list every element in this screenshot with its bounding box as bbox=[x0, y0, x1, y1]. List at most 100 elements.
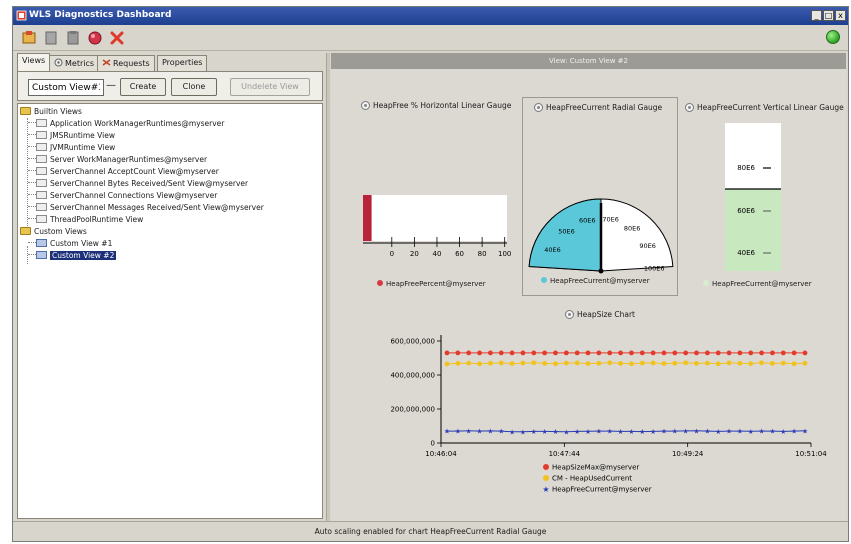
legend-marker: ★ bbox=[542, 485, 549, 494]
folder-icon bbox=[20, 227, 31, 235]
series-point bbox=[444, 361, 450, 367]
rgauge-hub bbox=[598, 268, 604, 274]
series-point: ★ bbox=[487, 427, 493, 435]
tree-item-label: Custom View #2 bbox=[50, 251, 117, 260]
series-point bbox=[802, 360, 808, 366]
metrics-icon bbox=[54, 58, 63, 67]
tree-item-selected[interactable]: Custom View #2 bbox=[28, 250, 117, 262]
series-point bbox=[791, 361, 797, 367]
tree-item[interactable]: JVMRuntime View bbox=[28, 142, 115, 154]
tree-item[interactable]: Custom View #1 bbox=[28, 238, 112, 250]
tree-item[interactable]: ServerChannel Bytes Received/Sent View@m… bbox=[28, 178, 248, 190]
series-point bbox=[553, 350, 558, 356]
tree-item[interactable]: ServerChannel AcceptCount View@myserver bbox=[28, 166, 219, 178]
record-icon[interactable] bbox=[87, 30, 103, 46]
legend-marker bbox=[543, 475, 549, 481]
window-title: WLS Diagnostics Dashboard bbox=[29, 10, 172, 20]
rgauge-tick-label: 100E6 bbox=[644, 265, 665, 273]
view-icon bbox=[36, 251, 47, 259]
series-point bbox=[477, 350, 482, 356]
requests-icon bbox=[102, 58, 111, 67]
series-point: ★ bbox=[596, 428, 602, 436]
gear-icon[interactable] bbox=[361, 101, 370, 110]
series-point bbox=[748, 361, 754, 367]
series-point bbox=[661, 361, 667, 367]
tree-item[interactable]: ServerChannel Messages Received/Sent Vie… bbox=[28, 202, 264, 214]
series-point bbox=[629, 361, 634, 367]
tree-item[interactable]: JMSRuntime View bbox=[28, 130, 115, 142]
view-icon bbox=[36, 155, 47, 163]
series-point bbox=[466, 350, 472, 356]
left-tabs: Views Metrics Requests Properties bbox=[17, 53, 323, 71]
series-point bbox=[498, 350, 504, 356]
gear-icon[interactable] bbox=[534, 103, 543, 112]
maximize-button[interactable]: □ bbox=[823, 10, 834, 21]
tree-folder-builtin[interactable]: Builtin Views bbox=[20, 106, 82, 118]
rgauge-title: HeapFreeCurrent Radial Gauge bbox=[534, 103, 662, 112]
chart-title-text: HeapSize Chart bbox=[577, 310, 636, 319]
tree-item[interactable]: Application WorkManagerRuntimes@myserver bbox=[28, 118, 224, 130]
hgauge-track bbox=[363, 195, 507, 241]
series-point: ★ bbox=[509, 428, 515, 436]
series-point bbox=[672, 350, 678, 356]
series-point: ★ bbox=[791, 428, 797, 436]
series-point bbox=[672, 360, 678, 366]
view-controls: — Create Clone Undelete View bbox=[17, 71, 323, 101]
view-name-input[interactable] bbox=[28, 79, 104, 96]
tree-item[interactable]: ServerChannel Connections View@myserver bbox=[28, 190, 217, 202]
tree-item[interactable]: ThreadPoolRuntime View bbox=[28, 214, 143, 226]
series-point bbox=[639, 350, 645, 356]
view-icon bbox=[36, 143, 47, 151]
x-tick-label: 10:51:04 bbox=[795, 450, 827, 458]
series-point bbox=[726, 360, 732, 366]
undelete-view-button[interactable]: Undelete View bbox=[230, 78, 310, 96]
series-point: ★ bbox=[748, 428, 754, 436]
document-icon[interactable] bbox=[43, 30, 59, 46]
rgauge-legend: HeapFreeCurrent@myserver bbox=[541, 277, 650, 285]
tab-properties[interactable]: Properties bbox=[157, 55, 208, 71]
series-point bbox=[737, 360, 743, 366]
create-button[interactable]: Create bbox=[120, 78, 166, 96]
series-point bbox=[607, 360, 613, 366]
series-point: ★ bbox=[552, 428, 558, 436]
clipboard-icon[interactable] bbox=[65, 30, 81, 46]
tree-folder-custom[interactable]: Custom Views bbox=[20, 226, 87, 238]
legend-label: HeapFreeCurrent@myserver bbox=[552, 486, 652, 494]
left-panel: Views Metrics Requests Properties — Crea… bbox=[15, 53, 325, 521]
series-point bbox=[770, 350, 775, 356]
tree-item[interactable]: Server WorkManagerRuntimes@myserver bbox=[28, 154, 207, 166]
gear-icon[interactable] bbox=[565, 310, 574, 319]
tab-label: Metrics bbox=[65, 59, 95, 68]
view-icon bbox=[36, 239, 47, 247]
series-point bbox=[629, 350, 634, 356]
tab-requests[interactable]: Requests bbox=[97, 55, 155, 71]
tree-item-label: Application WorkManagerRuntimes@myserver bbox=[50, 119, 225, 128]
series-point: ★ bbox=[617, 428, 623, 436]
delete-icon[interactable] bbox=[109, 30, 125, 46]
clone-button[interactable]: Clone bbox=[171, 78, 217, 96]
tab-metrics[interactable]: Metrics bbox=[49, 55, 100, 71]
vgauge-title-text: HeapFreeCurrent Vertical Linear Gauge bbox=[697, 103, 844, 112]
panel-splitter[interactable] bbox=[326, 53, 330, 521]
gear-icon[interactable] bbox=[685, 103, 694, 112]
legend-label: HeapFreeCurrent@myserver bbox=[712, 280, 812, 288]
series-point bbox=[574, 350, 580, 356]
rgauge-tick-label: 60E6 bbox=[579, 217, 596, 225]
series-point bbox=[704, 350, 710, 356]
series-point bbox=[477, 361, 482, 367]
tab-views[interactable]: Views bbox=[17, 53, 51, 71]
series-point bbox=[487, 360, 493, 366]
close-button[interactable]: x bbox=[835, 10, 846, 21]
save-icon[interactable] bbox=[21, 30, 37, 46]
series-point bbox=[498, 360, 504, 366]
folder-icon bbox=[20, 107, 31, 115]
series-point bbox=[683, 360, 689, 366]
series-point bbox=[661, 350, 667, 356]
view-icon bbox=[36, 191, 47, 199]
series-point bbox=[726, 350, 732, 356]
tree-item-label: ThreadPoolRuntime View bbox=[50, 215, 144, 224]
legend-marker bbox=[543, 464, 549, 470]
series-point bbox=[553, 361, 558, 367]
minimize-button[interactable]: _ bbox=[811, 10, 822, 21]
series-point bbox=[585, 361, 591, 367]
